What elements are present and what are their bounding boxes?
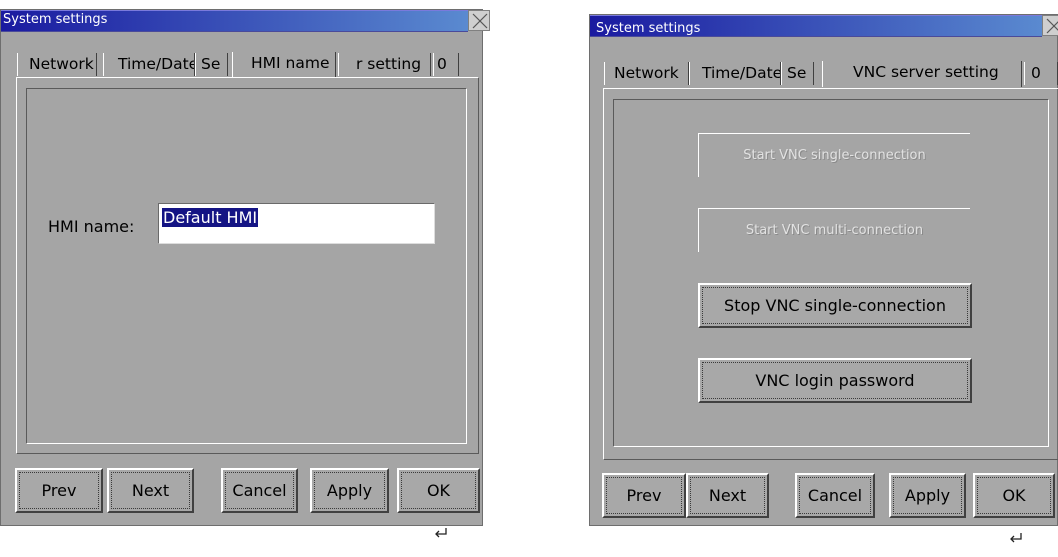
left-window-title: System settings [3, 12, 108, 27]
right-apply-button[interactable]: Apply [889, 473, 966, 518]
vnc-login-password-label: VNC login password [755, 371, 915, 390]
left-tab-network-label: Network [29, 55, 94, 73]
close-icon [1046, 18, 1058, 34]
left-tab-strip: Network Time/Date Se HMI name r setting … [17, 50, 482, 78]
stop-vnc-single-label: Stop VNC single-connection [724, 296, 946, 315]
right-tab-0-label: 0 [1031, 64, 1041, 82]
left-apply-button[interactable]: Apply [310, 468, 389, 513]
left-ok-content: OK [399, 470, 478, 552]
left-apply-label: Apply [326, 481, 373, 500]
vnc-login-password-button[interactable]: VNC login password [698, 358, 972, 403]
hmi-name-input[interactable]: Default HMI [158, 203, 435, 244]
right-tab-vnc-label: VNC server setting [853, 63, 999, 81]
right-window-title: System settings [596, 21, 701, 36]
left-ok-button[interactable]: OK [397, 468, 480, 537]
left-next-label: Next [131, 481, 170, 500]
left-tab-hmi-name[interactable]: HMI name [232, 52, 336, 78]
left-tab-setting-label: r setting [356, 55, 422, 73]
start-vnc-multi-label: Start VNC multi-connection [745, 223, 924, 238]
left-tab-0[interactable]: 0 [433, 53, 459, 76]
left-tab-0-label: 0 [437, 55, 447, 73]
start-vnc-multi-button[interactable]: Start VNC multi-connection [698, 208, 970, 252]
right-tab-strip: Network Time/Date Se VNC server setting … [604, 59, 1058, 87]
close-icon [472, 13, 488, 29]
start-vnc-single-label: Start VNC single-connection [743, 148, 926, 163]
right-tab-0[interactable]: 0 [1024, 62, 1058, 85]
right-prev-button[interactable]: Prev [602, 473, 686, 518]
right-cancel-button[interactable]: Cancel [795, 473, 875, 518]
right-prev-label: Prev [626, 486, 662, 505]
right-close-button[interactable] [1042, 15, 1058, 36]
right-apply-label: Apply [904, 486, 951, 505]
right-tab-se[interactable]: Se [781, 62, 814, 85]
hmi-name-value: Default HMI [162, 208, 259, 227]
left-close-button[interactable] [468, 10, 490, 31]
left-tab-network[interactable]: Network [17, 53, 97, 76]
right-next-label: Next [708, 486, 747, 505]
left-content-inner [26, 88, 467, 444]
right-titlebar: System settings [590, 15, 1058, 37]
left-prev-label: Prev [41, 481, 77, 500]
left-cancel-button[interactable]: Cancel [221, 468, 298, 513]
left-ok-label: OK [426, 481, 451, 500]
left-cancel-label: Cancel [232, 481, 287, 500]
left-prev-button[interactable]: Prev [15, 468, 103, 513]
left-tab-time-date-label: Time/Date [118, 55, 195, 73]
right-system-settings-dialog: System settings Network Time/Date Se VNC… [589, 14, 1058, 542]
right-cancel-label: Cancel [807, 486, 863, 505]
hmi-name-label: HMI name: [48, 217, 135, 236]
enter-icon [434, 527, 447, 537]
right-ok-label: OK [1002, 486, 1026, 505]
start-vnc-single-button[interactable]: Start VNC single-connection [698, 133, 970, 177]
right-tab-network-label: Network [614, 64, 679, 82]
right-tab-se-label: Se [787, 64, 807, 82]
right-ok-content: OK [975, 475, 1053, 557]
right-tab-time-date[interactable]: Time/Date [689, 62, 781, 85]
stop-vnc-single-button[interactable]: Stop VNC single-connection [698, 283, 972, 328]
right-next-button[interactable]: Next [686, 473, 769, 518]
left-tab-setting[interactable]: r setting [338, 53, 431, 76]
left-tab-hmi-name-label: HMI name [251, 54, 330, 72]
left-tab-se[interactable]: Se [195, 53, 228, 76]
left-titlebar: System settings [1, 10, 490, 32]
right-tab-time-date-label: Time/Date [702, 64, 781, 82]
left-next-button[interactable]: Next [107, 468, 194, 513]
left-tab-time-date[interactable]: Time/Date [103, 53, 195, 76]
left-content-panel [16, 77, 479, 454]
enter-icon [1010, 532, 1022, 542]
right-tab-vnc-server-setting[interactable]: VNC server setting [822, 61, 1022, 87]
left-system-settings-dialog: System settings Network Time/Date Se HMI… [0, 9, 490, 537]
right-tab-network[interactable]: Network [604, 62, 689, 85]
left-tab-se-label: Se [201, 55, 221, 73]
right-ok-button[interactable]: OK [973, 473, 1055, 542]
